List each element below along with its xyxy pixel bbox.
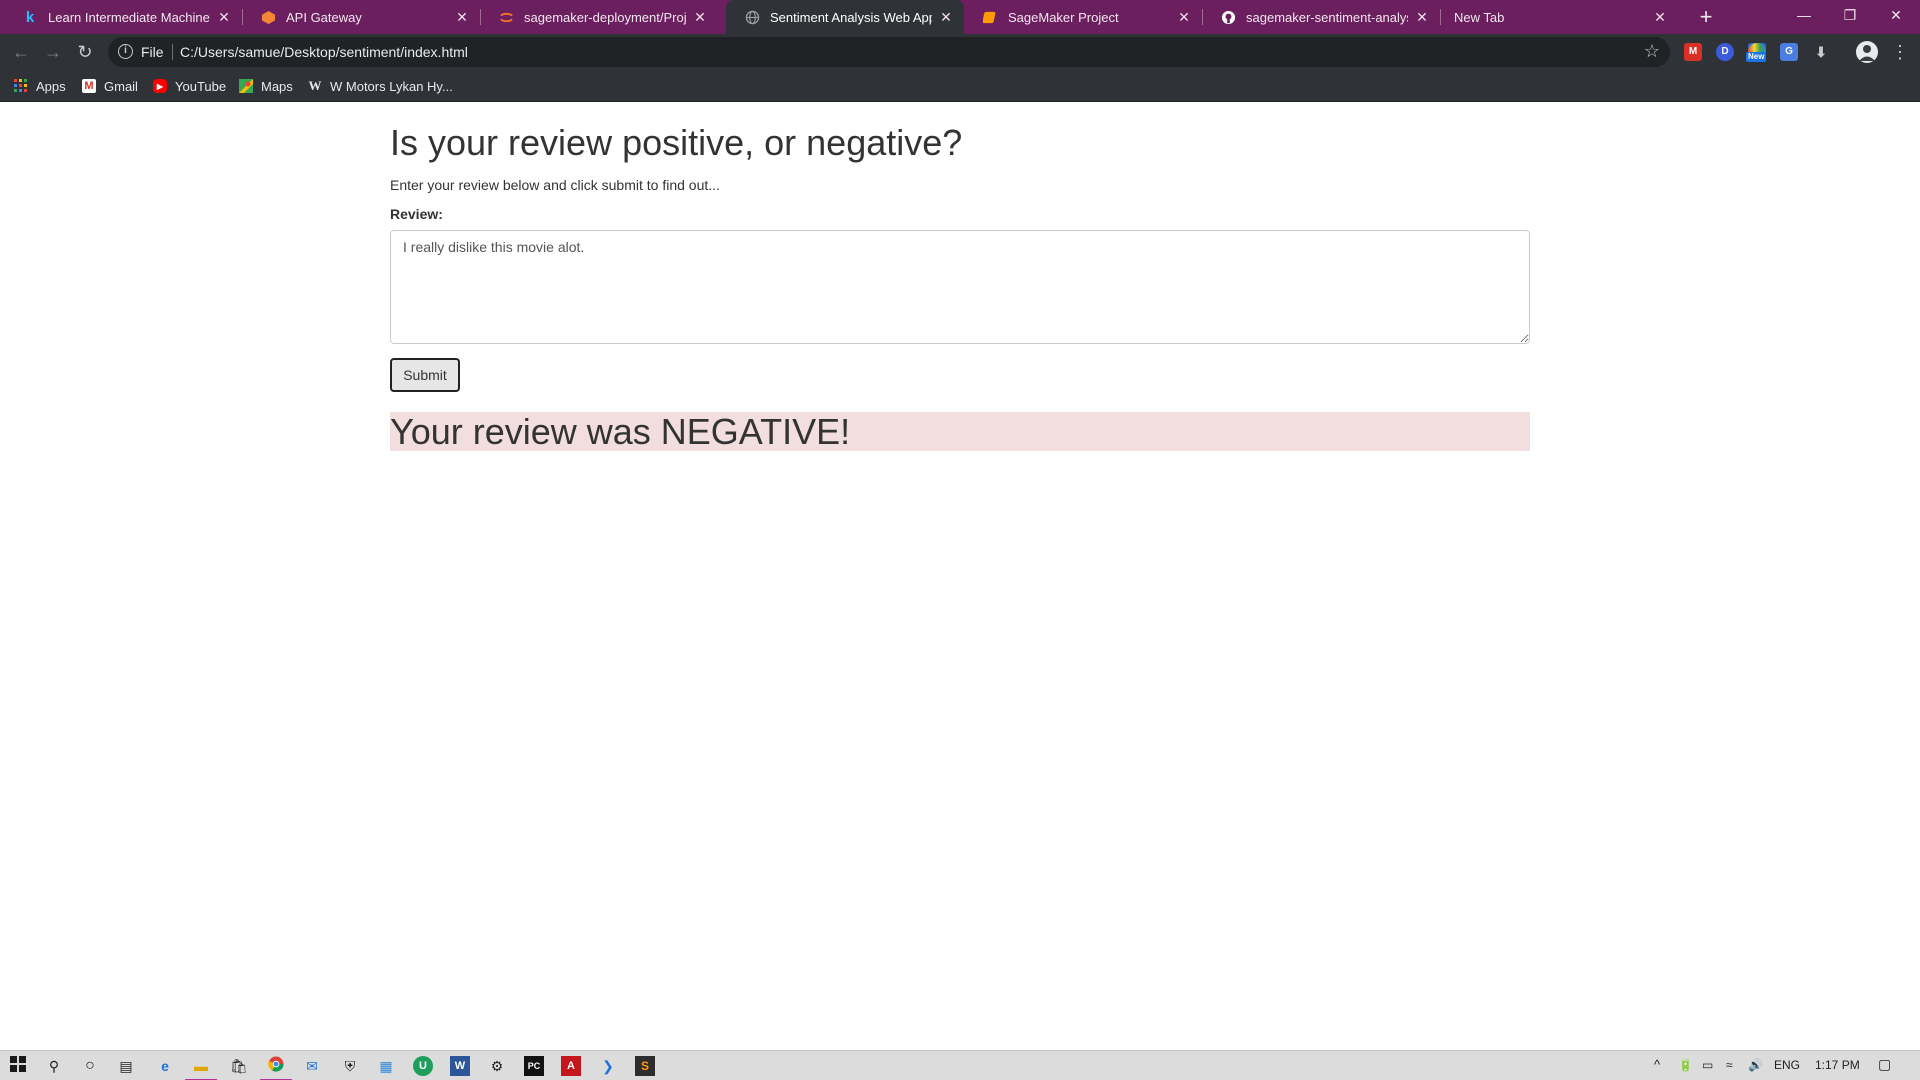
restore-button[interactable]: ❐: [1827, 0, 1873, 30]
submit-button[interactable]: Submit: [390, 358, 460, 392]
browser-toolbar: ← → ↻ i File C:/Users/samue/Desktop/sent…: [0, 34, 1920, 70]
tab-sentiment-active[interactable]: Sentiment Analysis Web App ✕: [726, 0, 964, 34]
kaggle-icon: k: [25, 8, 35, 26]
acrobat-icon[interactable]: A: [561, 1056, 581, 1076]
tab-jupyter[interactable]: sagemaker-deployment/Project/ ✕: [480, 0, 718, 34]
tab-github[interactable]: sagemaker-sentiment-analysis/sc ✕: [1202, 0, 1440, 34]
page-title: Is your review positive, or negative?: [390, 122, 963, 163]
notifications-icon[interactable]: ▢: [1878, 1056, 1891, 1073]
new-tab-button[interactable]: +: [1694, 5, 1718, 29]
result-banner: Your review was NEGATIVE!: [390, 412, 1530, 451]
translate-extension-icon[interactable]: G: [1780, 43, 1798, 61]
wikipedia-icon: W: [308, 78, 322, 93]
url-text[interactable]: C:/Users/samue/Desktop/sentiment/index.h…: [180, 44, 468, 60]
address-bar[interactable]: i File C:/Users/samue/Desktop/sentiment/…: [108, 37, 1670, 67]
github-icon: [1220, 9, 1236, 25]
apps-grid-icon: [14, 79, 28, 93]
bookmark-gmail[interactable]: M Gmail: [82, 77, 138, 95]
forward-arrow-icon[interactable]: →: [41, 40, 65, 64]
chrome-icon[interactable]: [260, 1056, 292, 1080]
word-icon[interactable]: W: [450, 1056, 470, 1076]
tab-strip: k Learn Intermediate Machine Lear ✕ API …: [0, 0, 1920, 34]
settings-gear-icon[interactable]: ⚙: [487, 1056, 507, 1076]
chevron-up-icon[interactable]: ^: [1654, 1057, 1660, 1072]
powershell-icon[interactable]: ❯: [598, 1056, 618, 1076]
language-indicator[interactable]: ENG: [1774, 1058, 1800, 1072]
profile-avatar[interactable]: [1856, 41, 1878, 63]
battery-warning-icon[interactable]: 🔋: [1678, 1058, 1693, 1072]
bookmark-wikipedia[interactable]: W W Motors Lykan Hy...: [308, 77, 453, 95]
close-tab-icon[interactable]: ✕: [216, 9, 232, 25]
close-tab-icon[interactable]: ✕: [454, 9, 470, 25]
aws-icon: [260, 9, 276, 25]
store-icon[interactable]: 🛍: [229, 1056, 249, 1076]
volume-icon[interactable]: 🔊: [1748, 1058, 1763, 1072]
maps-icon: [239, 79, 253, 93]
sublime-text-icon[interactable]: S: [635, 1056, 655, 1076]
address-separator: [172, 44, 173, 60]
close-tab-icon[interactable]: ✕: [938, 9, 954, 25]
dashlane-extension-icon[interactable]: D: [1716, 43, 1734, 61]
security-shield-icon[interactable]: ⛨: [340, 1056, 360, 1076]
tab-sagemaker-project[interactable]: SageMaker Project ✕: [964, 0, 1202, 34]
cortana-icon[interactable]: ○: [80, 1056, 100, 1076]
minimize-button[interactable]: —: [1781, 0, 1827, 30]
globe-icon: [744, 9, 760, 25]
bookmark-apps[interactable]: Apps: [14, 77, 66, 95]
file-explorer-icon[interactable]: ▬: [185, 1056, 217, 1080]
bookmark-star-icon[interactable]: ☆: [1644, 41, 1660, 62]
page-instructions: Enter your review below and click submit…: [390, 177, 720, 193]
close-tab-icon[interactable]: ✕: [692, 9, 708, 25]
windows-taskbar: ⚲ ○ ▤ e ▬ 🛍 ✉ ⛨ ▦ U W ⚙ PC A ❯ S ^ 🔋 ▭ ≈…: [0, 1050, 1920, 1080]
review-label: Review:: [390, 206, 443, 222]
review-input[interactable]: I really dislike this movie alot.: [390, 230, 1530, 344]
jupyter-icon: [498, 9, 514, 25]
windows-start-icon[interactable]: [8, 1056, 28, 1076]
sagemaker-icon: [982, 9, 998, 25]
battery-icon[interactable]: ▭: [1702, 1058, 1713, 1072]
new-badge: New: [1746, 52, 1767, 62]
mail-icon[interactable]: ✉: [302, 1056, 322, 1076]
bookmark-maps[interactable]: Maps: [239, 77, 293, 95]
scheme-label: File: [141, 44, 164, 60]
close-tab-icon[interactable]: ✕: [1176, 9, 1192, 25]
calculator-icon[interactable]: ▦: [376, 1056, 396, 1076]
search-icon[interactable]: ⚲: [44, 1056, 64, 1076]
back-arrow-icon[interactable]: ←: [9, 40, 33, 64]
tab-kaggle[interactable]: k Learn Intermediate Machine Lear ✕: [4, 0, 242, 34]
pycharm-icon[interactable]: PC: [524, 1056, 544, 1076]
tab-new-tab[interactable]: New Tab ✕: [1440, 0, 1678, 34]
menu-kebab-icon[interactable]: ⋮: [1888, 40, 1912, 64]
upwork-icon[interactable]: U: [413, 1056, 433, 1076]
clock[interactable]: 1:17 PM: [1815, 1058, 1860, 1072]
gmail-extension-icon[interactable]: M: [1684, 43, 1702, 61]
rainbow-extension-icon[interactable]: New: [1746, 43, 1767, 62]
task-view-icon[interactable]: ▤: [116, 1056, 136, 1076]
edge-icon[interactable]: e: [155, 1056, 175, 1076]
page-content: Is your review positive, or negative? En…: [390, 103, 1530, 451]
youtube-icon: ▶: [153, 79, 167, 93]
close-tab-icon[interactable]: ✕: [1414, 9, 1430, 25]
download-icon[interactable]: ⬇: [1812, 43, 1830, 61]
tab-api-gateway[interactable]: API Gateway ✕: [242, 0, 480, 34]
gmail-icon: M: [82, 79, 96, 93]
wifi-icon[interactable]: ≈: [1726, 1058, 1733, 1072]
bookmark-youtube[interactable]: ▶ YouTube: [153, 77, 226, 95]
reload-icon[interactable]: ↻: [73, 40, 97, 64]
close-tab-icon[interactable]: ✕: [1652, 9, 1668, 25]
site-info-icon[interactable]: i: [118, 44, 133, 59]
bookmarks-bar: Apps M Gmail ▶ YouTube Maps W W Motors L…: [0, 70, 1920, 102]
close-window-button[interactable]: ✕: [1873, 0, 1919, 30]
